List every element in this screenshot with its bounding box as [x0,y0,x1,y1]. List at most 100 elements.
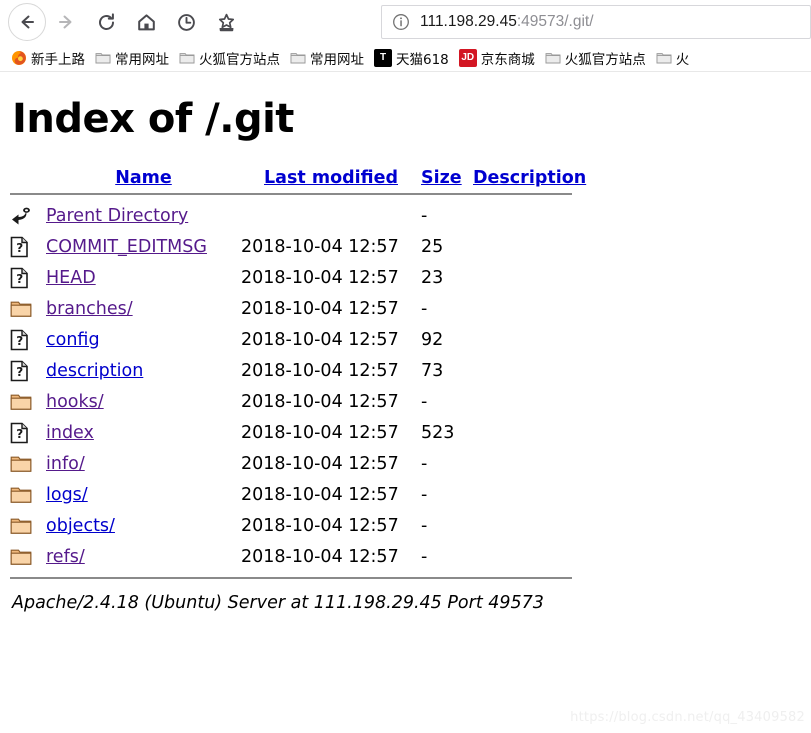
svg-text:?: ? [16,427,23,441]
url-text: 111.198.29.45:49573/.git/ [420,13,594,31]
sort-by-description-link[interactable]: Description [473,168,586,188]
row-name-cell[interactable]: logs/ [46,479,241,510]
svg-text:?: ? [16,272,23,286]
navigation-toolbar: 111.198.29.45:49573/.git/ [0,0,811,44]
reload-button[interactable] [86,2,126,42]
svg-text:?: ? [16,241,23,255]
row-date-cell: 2018-10-04 12:57 [241,236,399,257]
bookmark-label: 天猫618 [396,51,449,68]
bookmark-item-1[interactable]: 常用网址 [90,46,174,70]
footer-rule-row [10,572,586,584]
table-row[interactable]: ? description 2018-10-04 12:57 73 [10,355,586,386]
home-button[interactable] [126,2,166,42]
unknown-file-icon: ? [10,267,46,289]
file-link[interactable]: logs/ [46,485,88,505]
folder-icon [10,454,46,474]
file-link[interactable]: Parent Directory [46,206,188,226]
row-name-cell[interactable]: refs/ [46,541,241,572]
row-name-cell[interactable]: objects/ [46,510,241,541]
sort-by-name-link[interactable]: Name [115,168,172,188]
row-name-cell[interactable]: info/ [46,448,241,479]
file-link[interactable]: hooks/ [46,392,104,412]
table-row[interactable]: ? config 2018-10-04 12:57 92 [10,324,586,355]
row-name-cell[interactable]: index [46,417,241,448]
row-date-cell: 2018-10-04 12:57 [241,329,399,350]
bookmark-item-6[interactable]: 火狐官方站点 [540,46,651,70]
row-name-cell[interactable]: HEAD [46,262,241,293]
row-icon-cell [10,541,46,572]
file-link[interactable]: HEAD [46,268,96,288]
table-row[interactable]: Parent Directory - [10,200,586,231]
browser-chrome: 111.198.29.45:49573/.git/ 新手上路 常用网址 火狐官方… [0,0,811,72]
tmall-icon: T [374,48,392,67]
bookmark-item-0[interactable]: 新手上路 [6,46,90,70]
unknown-file-icon: ? [10,236,46,258]
bookmark-label: 常用网址 [310,51,364,68]
forward-button[interactable] [46,2,86,42]
row-name-cell[interactable]: description [46,355,241,386]
bookmark-item-7[interactable]: 火 [651,46,695,70]
row-size-cell: - [421,484,428,505]
watermark-text: https://blog.csdn.net/qq_43409582 [570,710,805,725]
sort-by-size-link[interactable]: Size [421,168,462,188]
row-icon-cell: ? [10,231,46,262]
bookmark-label: 火狐官方站点 [564,51,646,68]
file-link[interactable]: refs/ [46,547,85,567]
table-row[interactable]: branches/ 2018-10-04 12:57 - [10,293,586,324]
bookmark-item-2[interactable]: 火狐官方站点 [174,46,285,70]
row-name-cell[interactable]: Parent Directory [46,200,241,231]
firefox-icon [11,50,27,66]
row-name-cell[interactable]: branches/ [46,293,241,324]
sort-by-date-link[interactable]: Last modified [264,168,398,188]
table-row[interactable]: refs/ 2018-10-04 12:57 - [10,541,586,572]
listing-rows: Parent Directory - ? COMMIT_EDITMSG 2018… [10,200,586,584]
unknown-file-icon: ? [10,360,46,382]
reload-icon [96,12,117,33]
table-row[interactable]: ? index 2018-10-04 12:57 523 [10,417,586,448]
directory-listing-table: Name Last modified Size Description Pare… [10,168,586,584]
address-bar[interactable]: 111.198.29.45:49573/.git/ [381,5,811,39]
table-row[interactable]: ? COMMIT_EDITMSG 2018-10-04 12:57 25 [10,231,586,262]
row-description-cell [473,448,586,479]
row-size-cell: - [421,515,428,536]
history-button[interactable] [166,2,206,42]
row-size-cell: - [421,453,428,474]
row-name-cell[interactable]: hooks/ [46,386,241,417]
header-name[interactable]: Name [46,168,241,188]
table-row[interactable]: logs/ 2018-10-04 12:57 - [10,479,586,510]
row-date-cell: 2018-10-04 12:57 [241,546,399,567]
bookmark-item-5[interactable]: JD 京东商城 [454,46,540,70]
header-rule-row [10,188,586,200]
star-bookmark-icon [216,12,237,33]
row-name-cell[interactable]: config [46,324,241,355]
file-link[interactable]: COMMIT_EDITMSG [46,237,207,257]
row-size-cell: 73 [421,360,444,381]
bookmark-button[interactable] [206,2,246,42]
table-row[interactable]: ? HEAD 2018-10-04 12:57 23 [10,262,586,293]
file-link[interactable]: objects/ [46,516,115,536]
row-name-cell[interactable]: COMMIT_EDITMSG [46,231,241,262]
bookmark-item-4[interactable]: T 天猫618 [369,46,454,70]
table-header-row: Name Last modified Size Description [10,168,586,188]
file-link[interactable]: branches/ [46,299,133,319]
tmall-tag-text: T [379,52,387,63]
table-row[interactable]: objects/ 2018-10-04 12:57 - [10,510,586,541]
server-signature: Apache/2.4.18 (Ubuntu) Server at 111.198… [12,593,544,613]
row-date-cell: 2018-10-04 12:57 [241,453,399,474]
back-button[interactable] [8,3,46,41]
table-row[interactable]: info/ 2018-10-04 12:57 - [10,448,586,479]
file-link[interactable]: index [46,423,94,443]
footer-divider [10,577,572,579]
file-link[interactable]: info/ [46,454,85,474]
file-link[interactable]: description [46,361,143,381]
header-description[interactable]: Description [473,168,586,188]
row-description-cell [473,479,586,510]
bookmark-item-3[interactable]: 常用网址 [285,46,369,70]
row-description-cell [473,324,586,355]
table-row[interactable]: hooks/ 2018-10-04 12:57 - [10,386,586,417]
header-last-modified[interactable]: Last modified [241,168,421,188]
file-link[interactable]: config [46,330,100,350]
bookmark-label: 火狐官方站点 [199,51,280,68]
info-icon[interactable] [392,13,410,31]
header-size[interactable]: Size [421,168,473,188]
